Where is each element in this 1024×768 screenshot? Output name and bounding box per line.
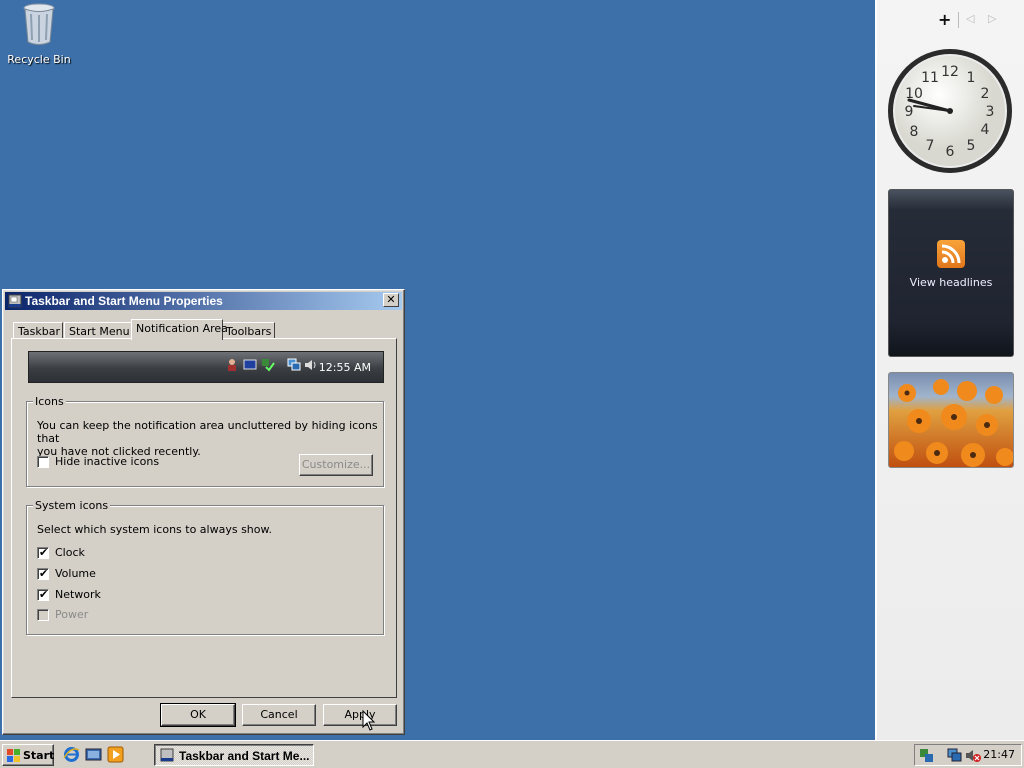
gadget-sidebar: + ◁ ▷ 12 1 2 345 678 9 10 11 View headlines xyxy=(875,0,1024,740)
power-checkbox-box xyxy=(37,609,49,621)
clock-checkbox[interactable]: ✔ Clock xyxy=(37,546,157,561)
view-headlines-label: View headlines xyxy=(909,276,993,289)
volume-checkbox-box[interactable]: ✔ xyxy=(37,567,49,580)
taskbar-properties-dialog: Taskbar and Start Menu Properties ✕ Task… xyxy=(2,289,405,735)
taskbar: Start Taskbar and Start Me... 21:47 xyxy=(0,740,1024,768)
start-button[interactable]: Start xyxy=(2,744,54,766)
media-player-icon[interactable] xyxy=(107,746,124,763)
dialog-title: Taskbar and Start Menu Properties xyxy=(25,294,223,308)
icons-description: You can keep the notification area unclu… xyxy=(37,419,383,458)
close-icon: ✕ xyxy=(386,293,396,306)
mouse-cursor-icon xyxy=(362,710,376,731)
flower-photo xyxy=(894,379,1013,467)
security-tray-icon[interactable] xyxy=(919,748,935,763)
svg-text:11: 11 xyxy=(921,70,939,86)
display-icon xyxy=(243,359,257,370)
tab-toolbars[interactable]: Toolbars xyxy=(221,322,275,339)
network-tray-icon[interactable] xyxy=(947,748,963,763)
clock-checkbox-box[interactable]: ✔ xyxy=(37,546,49,559)
task-label: Taskbar and Start Me... xyxy=(179,749,310,763)
system-icons-description: Select which system icons to always show… xyxy=(37,523,272,536)
volume-muted-tray-icon[interactable] xyxy=(965,748,981,763)
apply-button[interactable]: Apply xyxy=(323,704,397,726)
taskbar-properties-icon xyxy=(160,748,174,762)
svg-text:4: 4 xyxy=(981,122,990,138)
add-gadget-button[interactable]: + xyxy=(938,10,951,29)
recycle-bin-icon xyxy=(23,3,55,45)
check-icon: ✔ xyxy=(39,588,49,601)
volume-icon xyxy=(305,360,316,370)
checkbox-box[interactable] xyxy=(37,456,49,468)
svg-text:9: 9 xyxy=(905,104,914,120)
tab-start-menu[interactable]: Start Menu xyxy=(64,322,134,339)
svg-text:8: 8 xyxy=(910,124,919,140)
cancel-button[interactable]: Cancel xyxy=(242,704,316,726)
preview-clock: 12:55 AM xyxy=(318,361,371,374)
sidebar-controls: + ◁ ▷ xyxy=(938,10,1008,30)
svg-text:6: 6 xyxy=(946,144,955,160)
network-checkbox-box[interactable]: ✔ xyxy=(37,588,49,601)
recycle-bin-label: Recycle Bin xyxy=(7,53,71,66)
close-button[interactable]: ✕ xyxy=(383,293,399,307)
svg-text:12: 12 xyxy=(941,64,959,80)
previous-page-button[interactable]: ◁ xyxy=(966,12,974,25)
notification-area-preview: 12:55 AM xyxy=(28,351,384,383)
tab-taskbar[interactable]: Taskbar xyxy=(13,322,63,339)
taskbar-task-taskbar-properties[interactable]: Taskbar and Start Me... xyxy=(154,744,314,766)
svg-text:7: 7 xyxy=(926,138,935,154)
windows-logo-icon xyxy=(7,749,20,762)
svg-text:2: 2 xyxy=(981,86,990,102)
svg-text:1: 1 xyxy=(967,70,976,86)
clock-gadget[interactable]: 12 12 345 678 91011 xyxy=(887,48,1013,174)
tab-notification-area[interactable]: Notification Area xyxy=(131,319,228,340)
start-label: Start xyxy=(23,749,55,762)
icons-group-legend: Icons xyxy=(33,395,66,408)
show-desktop-icon[interactable] xyxy=(85,746,102,763)
taskbar-properties-icon xyxy=(8,294,22,308)
taskbar-clock[interactable]: 21:47 xyxy=(983,748,1015,761)
slideshow-gadget[interactable] xyxy=(888,372,1014,468)
volume-label: Volume xyxy=(55,567,96,580)
network-icon xyxy=(287,358,301,371)
notification-area-panel: 12:55 AM Icons You can keep the notifica… xyxy=(11,338,397,698)
power-checkbox: Power xyxy=(37,608,157,623)
feed-headlines-gadget[interactable]: View headlines xyxy=(888,189,1014,357)
security-check-icon xyxy=(262,359,275,372)
rss-icon xyxy=(937,240,965,268)
system-icons-group: System icons Select which system icons t… xyxy=(26,499,384,635)
customize-button[interactable]: Customize... xyxy=(299,454,373,476)
volume-checkbox[interactable]: ✔ Volume xyxy=(37,567,157,582)
network-checkbox[interactable]: ✔ Network xyxy=(37,588,157,603)
svg-text:3: 3 xyxy=(986,104,995,120)
ok-button[interactable]: OK xyxy=(160,703,236,727)
next-page-button[interactable]: ▷ xyxy=(988,12,996,25)
sidebar-separator xyxy=(958,12,959,28)
recycle-bin-shortcut[interactable]: Recycle Bin xyxy=(6,2,72,66)
internet-explorer-icon[interactable] xyxy=(63,746,80,763)
network-label: Network xyxy=(55,588,101,601)
check-icon: ✔ xyxy=(39,567,49,580)
icons-description-line1: You can keep the notification area unclu… xyxy=(37,419,378,445)
dialog-titlebar[interactable]: Taskbar and Start Menu Properties ✕ xyxy=(5,292,402,310)
check-icon: ✔ xyxy=(39,546,49,559)
system-tray: 21:47 xyxy=(914,744,1022,766)
svg-text:5: 5 xyxy=(967,138,976,154)
clock-label: Clock xyxy=(55,546,85,559)
power-label: Power xyxy=(55,608,89,621)
icons-group: Icons You can keep the notification area… xyxy=(26,395,384,487)
hide-inactive-icons-checkbox[interactable]: Hide inactive icons xyxy=(37,455,187,470)
hide-inactive-icons-label: Hide inactive icons xyxy=(55,455,160,468)
system-icons-legend: System icons xyxy=(33,499,111,512)
user-icon xyxy=(228,359,236,371)
